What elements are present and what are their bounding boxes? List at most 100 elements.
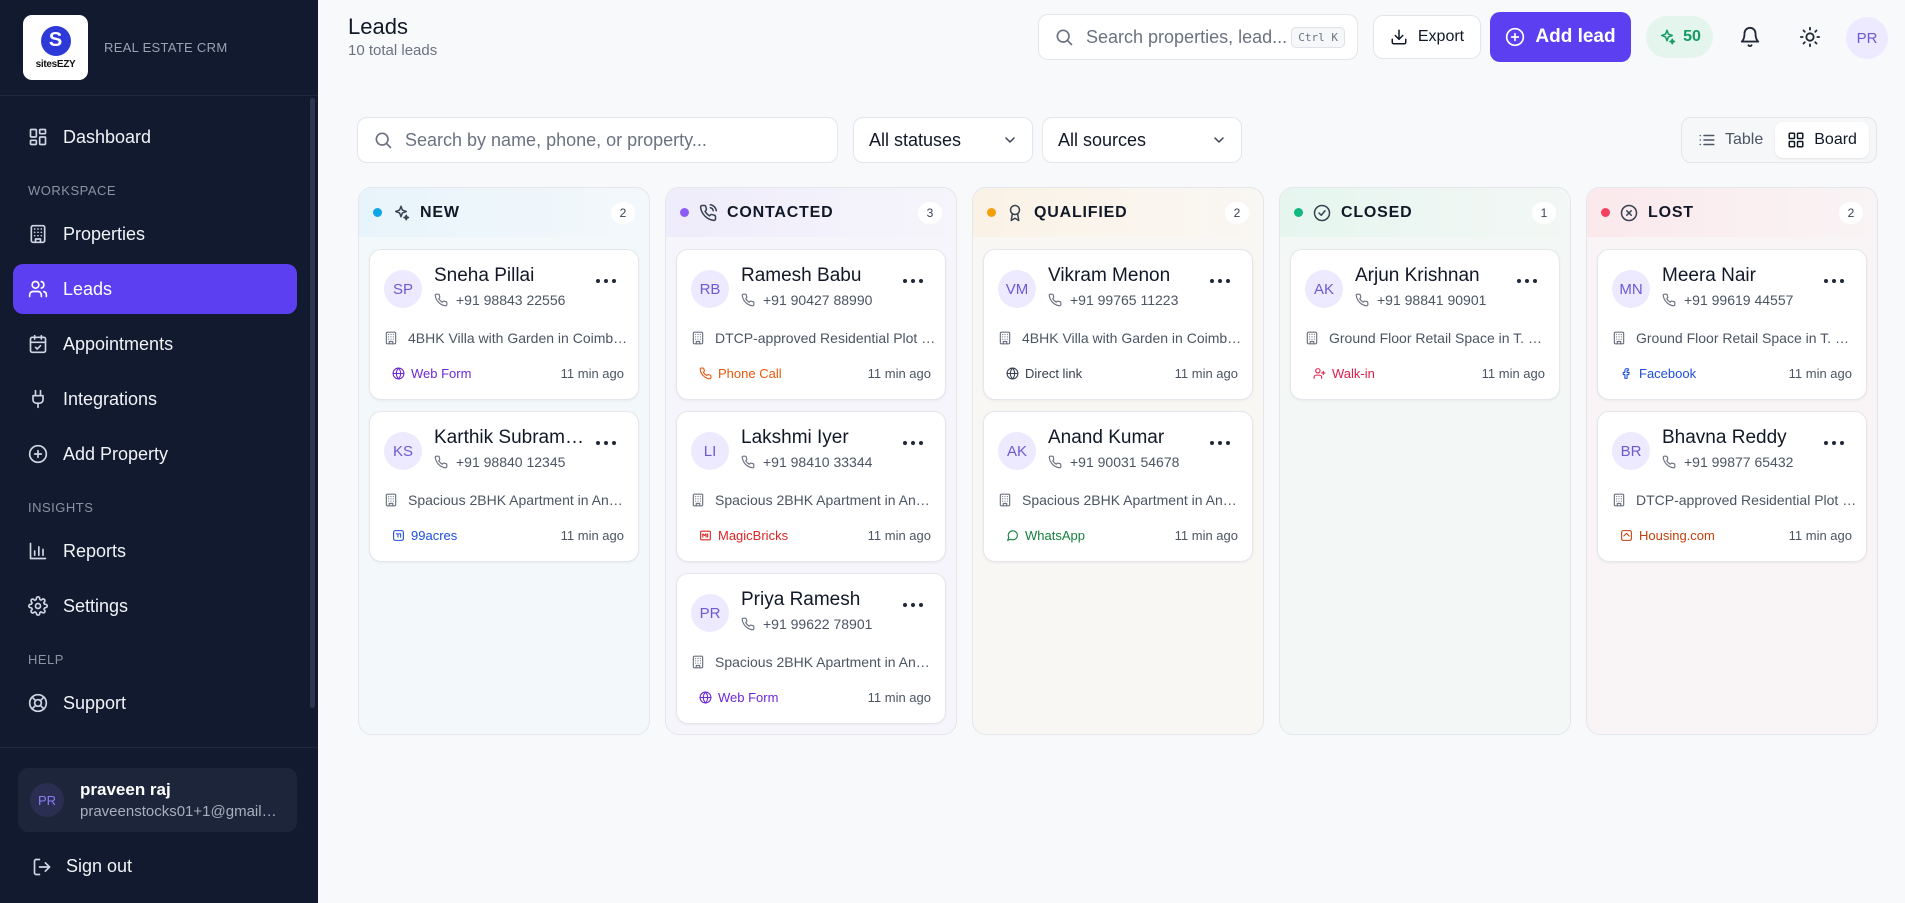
lead-source-label: Walk-in (1332, 366, 1375, 381)
lead-card[interactable]: AK Arjun Krishnan +91 98841 90901 Ground Fl… (1290, 249, 1560, 400)
lead-search-placeholder: Search by name, phone, or property... (405, 129, 707, 150)
more-options-button[interactable] (1824, 440, 1844, 446)
lead-card[interactable]: SP Sneha Pillai +91 98843 22556 4BHK Villa … (369, 249, 639, 400)
sidebar-item-label: Leads (63, 278, 113, 299)
lead-timestamp: 11 min ago (1174, 366, 1238, 381)
lead-timestamp: 11 min ago (1788, 366, 1852, 381)
housing-icon (1621, 530, 1632, 541)
lead-name[interactable]: Priya Ramesh (741, 589, 891, 611)
more-options-button[interactable] (1210, 278, 1230, 284)
lead-phone-number: +91 99622 78901 (763, 616, 873, 632)
lead-property: Ground Floor Retail Space in T. Nagar (1612, 330, 1857, 346)
sidebar-item-add-property[interactable]: Add Property (13, 429, 297, 479)
sidebar-scrollbar[interactable] (310, 98, 315, 708)
table-view-label: Table (1725, 131, 1764, 148)
lead-name[interactable]: Lakshmi Iyer (741, 427, 891, 449)
lead-card[interactable]: VM Vikram Menon +91 99765 11223 4BHK Villa … (983, 249, 1253, 400)
lead-name[interactable]: Anand Kumar (1048, 427, 1198, 449)
sign-out-label: Sign out (66, 856, 133, 876)
board-view-button[interactable]: Board (1775, 122, 1869, 158)
more-options-button[interactable] (596, 440, 616, 446)
more-options-button[interactable] (1210, 440, 1230, 446)
sparkle-icon (395, 205, 410, 220)
export-button[interactable]: Export (1373, 15, 1481, 59)
plug-icon (32, 389, 44, 409)
add-lead-button[interactable]: Add lead (1490, 12, 1631, 62)
user-email: praveenstocks01+1@gmail.com (80, 803, 280, 820)
lead-name[interactable]: Arjun Krishnan (1355, 265, 1505, 287)
status-filter-select[interactable]: All statuses (853, 117, 1033, 163)
sidebar-item-appointments[interactable]: Appointments (13, 319, 297, 369)
board-column-contacted: CONTACTED 3 RB Ramesh Babu +91 90427 88990 DT… (665, 187, 957, 735)
dashboard-icon (29, 128, 47, 146)
brand: S sitesEZY REAL ESTATE CRM (0, 0, 318, 96)
logo[interactable]: S sitesEZY (23, 15, 88, 80)
lead-card[interactable]: BR Bhavna Reddy +91 99877 65432 DTCP-approv… (1597, 411, 1867, 562)
user-card[interactable]: PR praveen raj praveenstocks01+1@gmail.c… (18, 768, 297, 832)
source-filter-select[interactable]: All sources (1042, 117, 1242, 163)
sidebar-item-dashboard[interactable]: Dashboard (13, 112, 297, 162)
sidebar-item-settings[interactable]: Settings (13, 581, 297, 631)
lead-property-name: 4BHK Villa with Garden in Coimbatore (408, 330, 629, 346)
column-header: LOST 2 (1587, 188, 1877, 237)
sidebar-item-integrations[interactable]: Integrations (13, 374, 297, 424)
lead-source: Direct link (1006, 366, 1082, 381)
lead-source-label: Facebook (1639, 366, 1697, 381)
table-view-button[interactable]: Table (1686, 122, 1775, 158)
global-search-input[interactable]: Search properties, lead... Ctrl K (1038, 14, 1358, 60)
lead-search-input[interactable]: Search by name, phone, or property... (357, 117, 838, 163)
column-count-badge: 3 (918, 201, 942, 224)
gear-icon (28, 596, 48, 616)
lead-name[interactable]: Bhavna Reddy (1662, 427, 1812, 449)
lead-name[interactable]: Vikram Menon (1048, 265, 1198, 287)
more-options-button[interactable] (1517, 278, 1537, 284)
phone-icon (699, 367, 712, 380)
more-options-button[interactable] (903, 440, 923, 446)
more-options-button[interactable] (596, 278, 616, 284)
grid-icon (1788, 132, 1804, 148)
more-options-button[interactable] (1824, 278, 1844, 284)
global-search-placeholder: Search properties, lead... (1086, 26, 1288, 47)
sidebar-item-reports[interactable]: Reports (13, 526, 297, 576)
lead-source: WhatsApp (1006, 528, 1085, 543)
lead-source-label: Phone Call (718, 366, 782, 381)
column-count-badge: 2 (611, 201, 635, 224)
more-options-button[interactable] (903, 602, 923, 608)
phone-icon (1048, 455, 1062, 469)
list-icon (1699, 134, 1715, 146)
lead-property-name: Spacious 2BHK Apartment in Anna Nagar (715, 492, 936, 508)
user-avatar-menu[interactable]: PR (1846, 17, 1888, 59)
phone-icon (434, 455, 448, 469)
lead-name[interactable]: Meera Nair (1662, 265, 1812, 287)
lead-card[interactable]: PR Priya Ramesh +91 99622 78901 Spacious 2B… (676, 573, 946, 724)
lead-property: Ground Floor Retail Space in T. Nagar (1305, 330, 1550, 346)
lead-name[interactable]: Ramesh Babu (741, 265, 891, 287)
lead-card[interactable]: AK Anand Kumar +91 90031 54678 Spacious 2BH… (983, 411, 1253, 562)
lead-name[interactable]: Sneha Pillai (434, 265, 584, 287)
status-dot (1601, 208, 1610, 217)
lead-source: Phone Call (699, 366, 782, 381)
notifications-button[interactable] (1732, 19, 1768, 55)
points-badge[interactable]: 50 (1646, 16, 1713, 58)
sidebar-item-leads[interactable]: Leads (13, 264, 297, 314)
chevron-down-icon (1214, 137, 1224, 143)
more-options-button[interactable] (903, 278, 923, 284)
column-count-badge: 1 (1532, 201, 1556, 224)
lead-property: Spacious 2BHK Apartment in Anna Nagar (691, 492, 936, 508)
theme-toggle-button[interactable] (1792, 19, 1828, 55)
lead-avatar: PR (691, 594, 729, 632)
sidebar-item-support[interactable]: Support (13, 678, 297, 728)
board-column-new: NEW 2 SP Sneha Pillai +91 98843 22556 4BHK Vi… (358, 187, 650, 735)
lead-card[interactable]: MN Meera Nair +91 99619 44557 Ground Floor … (1597, 249, 1867, 400)
status-dot (680, 208, 689, 217)
lead-name[interactable]: Karthik Subramanian (434, 427, 584, 449)
lead-phone-number: +91 99765 11223 (1070, 292, 1179, 308)
lead-card[interactable]: LI Lakshmi Iyer +91 98410 33344 Spacious 2B… (676, 411, 946, 562)
facebook-icon (1622, 368, 1630, 379)
sidebar-item-properties[interactable]: Properties (13, 209, 297, 259)
lead-card[interactable]: RB Ramesh Babu +91 90427 88990 DTCP-approve… (676, 249, 946, 400)
lead-timestamp: 11 min ago (1174, 528, 1238, 543)
lead-card[interactable]: KS Karthik Subramanian +91 98840 12345 Spac… (369, 411, 639, 562)
lead-timestamp: 11 min ago (1481, 366, 1545, 381)
sign-out-button[interactable]: Sign out (32, 856, 132, 877)
